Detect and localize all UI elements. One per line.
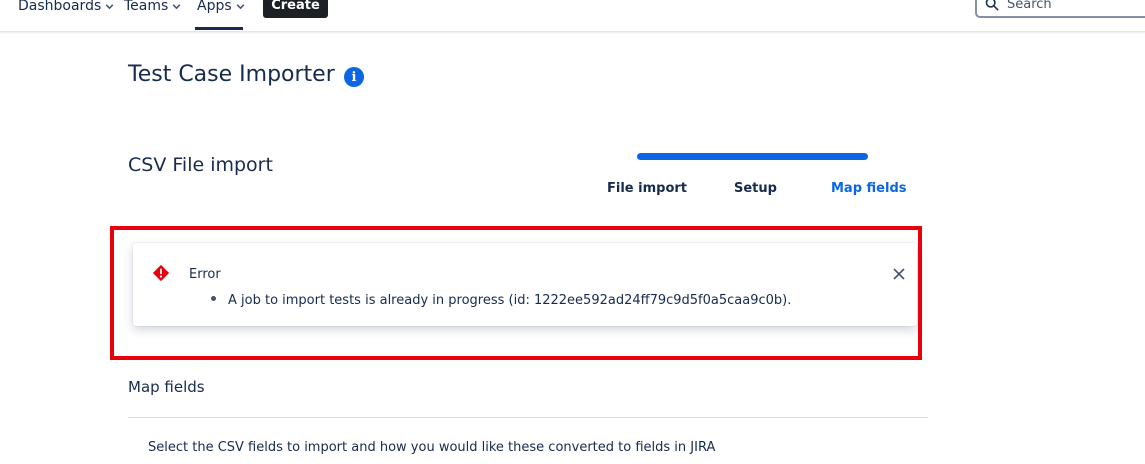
nav-item-dashboards[interactable]: Dashboards bbox=[18, 0, 115, 18]
nav-item-label: Apps bbox=[197, 0, 232, 14]
nav-item-apps[interactable]: Apps bbox=[197, 0, 246, 18]
page-title: Test Case Importer bbox=[128, 62, 335, 87]
search-input[interactable]: Search bbox=[975, 0, 1145, 18]
chevron-down-icon bbox=[172, 3, 181, 9]
info-icon[interactable]: i bbox=[344, 67, 364, 87]
search-placeholder: Search bbox=[1007, 0, 1052, 12]
step-setup: Setup bbox=[734, 181, 777, 196]
chevron-down-icon bbox=[236, 3, 245, 9]
chevron-down-icon bbox=[105, 3, 114, 9]
nav-item-label: Dashboards bbox=[18, 0, 102, 14]
active-nav-indicator bbox=[195, 27, 243, 30]
divider bbox=[128, 417, 928, 418]
progress-bar bbox=[637, 153, 868, 160]
nav-item-teams[interactable]: Teams bbox=[124, 0, 182, 18]
step-map-fields: Map fields bbox=[831, 181, 907, 196]
highlight-annotation bbox=[110, 226, 922, 360]
map-fields-description: Select the CSV fields to import and how … bbox=[148, 440, 716, 455]
section-title: CSV File import bbox=[128, 154, 273, 176]
search-icon bbox=[985, 0, 999, 11]
top-navigation: Dashboards Teams Apps Create Search bbox=[0, 0, 1145, 32]
nav-item-label: Teams bbox=[124, 0, 169, 14]
create-button[interactable]: Create bbox=[263, 0, 328, 18]
step-file-import: File import bbox=[607, 181, 687, 196]
map-fields-title: Map fields bbox=[128, 378, 205, 396]
